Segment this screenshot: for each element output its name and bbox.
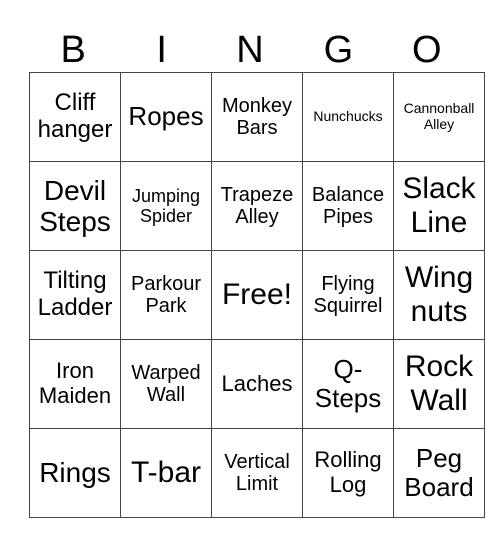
bingo-cell[interactable]: Wing nuts	[393, 250, 485, 340]
bingo-cell[interactable]: Peg Board	[393, 428, 485, 518]
bingo-cell[interactable]: Vertical Limit	[211, 428, 303, 518]
header-letter-g: G	[323, 29, 354, 71]
header-letter-i: I	[156, 29, 167, 71]
header-letter-o: O	[412, 29, 442, 71]
bingo-cell[interactable]: Ropes	[120, 72, 212, 162]
bingo-cell[interactable]: Q-Steps	[302, 339, 394, 429]
bingo-cell[interactable]: Rings	[29, 428, 121, 518]
header-letter-b: B	[60, 29, 86, 71]
bingo-cell[interactable]: Jumping Spider	[120, 161, 212, 251]
bingo-cell[interactable]: Tilting Ladder	[29, 250, 121, 340]
bingo-cell[interactable]: Cannonball Alley	[393, 72, 485, 162]
bingo-cell[interactable]: Flying Squirrel	[302, 250, 394, 340]
grid-row: Rings T-bar Vertical Limit Rolling Log P…	[29, 428, 485, 518]
bingo-cell[interactable]: Rolling Log	[302, 428, 394, 518]
bingo-cell[interactable]: Balance Pipes	[302, 161, 394, 251]
bingo-cell[interactable]: Parkour Park	[120, 250, 212, 340]
grid-row: Tilting Ladder Parkour Park Free! Flying…	[29, 250, 485, 340]
bingo-cell[interactable]: Nunchucks	[302, 72, 394, 162]
bingo-header: B I N G O	[29, 28, 471, 72]
bingo-cell[interactable]: T-bar	[120, 428, 212, 518]
bingo-cell[interactable]: Laches	[211, 339, 303, 429]
bingo-cell[interactable]: Warped Wall	[120, 339, 212, 429]
bingo-cell[interactable]: Rock Wall	[393, 339, 485, 429]
free-space-cell[interactable]: Free!	[211, 250, 303, 340]
bingo-cell[interactable]: Slack Line	[393, 161, 485, 251]
bingo-cell[interactable]: Cliff hanger	[29, 72, 121, 162]
bingo-cell[interactable]: Trapeze Alley	[211, 161, 303, 251]
bingo-cell[interactable]: Devil Steps	[29, 161, 121, 251]
grid-row: Devil Steps Jumping Spider Trapeze Alley…	[29, 161, 485, 251]
grid-row: Iron Maiden Warped Wall Laches Q-Steps R…	[29, 339, 485, 429]
header-letter-n: N	[236, 29, 264, 71]
bingo-cell[interactable]: Monkey Bars	[211, 72, 303, 162]
bingo-cell[interactable]: Iron Maiden	[29, 339, 121, 429]
grid-row: Cliff hanger Ropes Monkey Bars Nunchucks…	[29, 72, 485, 162]
bingo-grid: Cliff hanger Ropes Monkey Bars Nunchucks…	[29, 72, 485, 518]
